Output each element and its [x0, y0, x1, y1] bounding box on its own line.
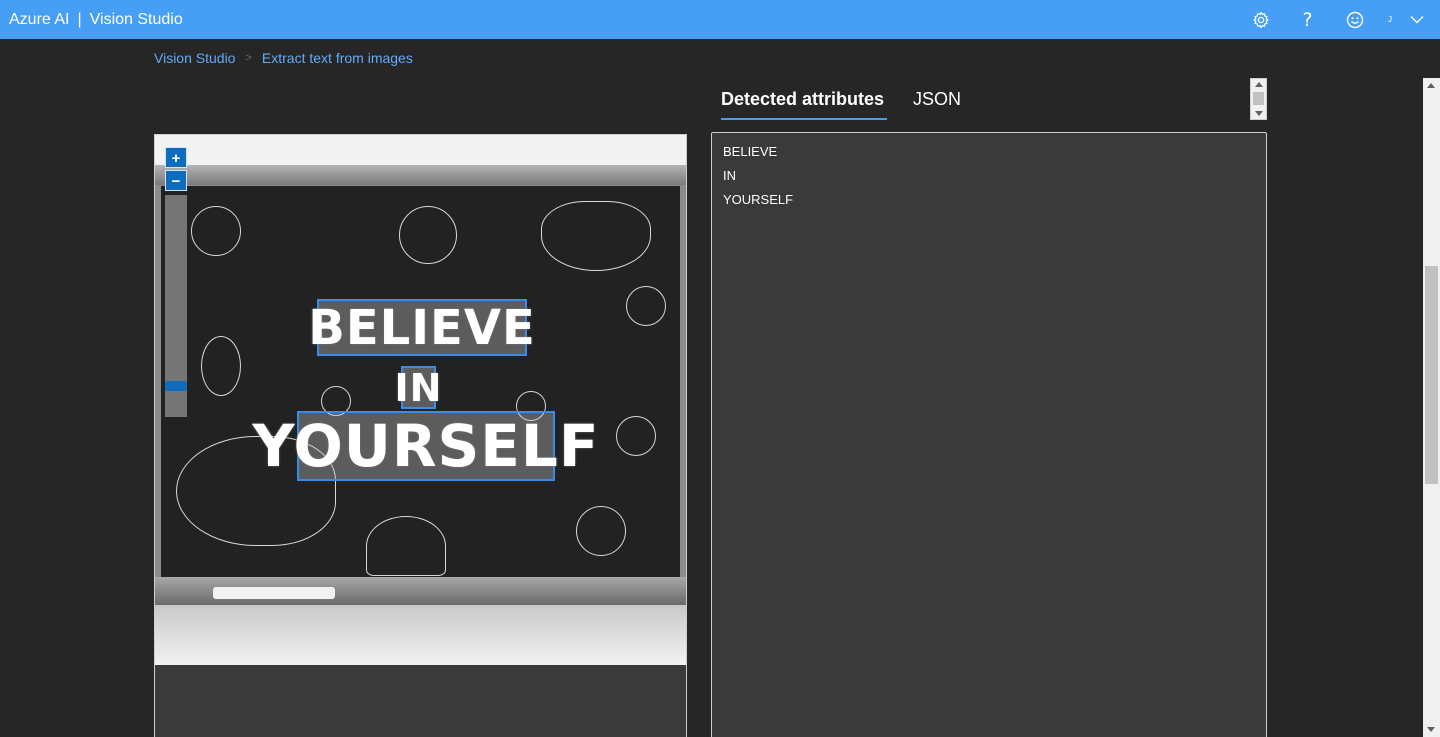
breadcrumb-extract-text[interactable]: Extract text from images: [262, 50, 413, 66]
account-initial: J: [1388, 15, 1392, 24]
scroll-down-icon[interactable]: [1255, 111, 1263, 116]
header-actions: ? J: [1237, 0, 1440, 39]
leaves-decoration: [366, 516, 446, 576]
top-bar: Azure AI | Vision Studio ? J: [0, 0, 1440, 39]
sun-decoration: [399, 206, 457, 264]
feedback-button[interactable]: [1331, 0, 1378, 39]
flower-decoration: [626, 286, 666, 326]
product-name: Vision Studio: [89, 10, 183, 28]
zoom-slider[interactable]: [165, 195, 187, 417]
detected-word-box[interactable]: IN: [395, 366, 442, 410]
image-panel: BELIEVE IN YOURSELF + −: [154, 134, 687, 737]
detected-word-box[interactable]: BELIEVE: [308, 299, 535, 356]
settings-button[interactable]: [1237, 0, 1284, 39]
feedback-smiley-icon: [1346, 11, 1364, 29]
zoom-slider-thumb[interactable]: [165, 381, 187, 391]
page-scrollbar[interactable]: [1423, 78, 1440, 737]
detected-word-box[interactable]: YOURSELF: [253, 411, 598, 481]
flower-decoration: [191, 206, 241, 256]
scroll-down-icon[interactable]: [1427, 727, 1435, 732]
tabs-scrollbar[interactable]: [1250, 78, 1267, 120]
scrollbar-thumb[interactable]: [1253, 92, 1264, 105]
chevron-down-icon: [1410, 11, 1424, 29]
flower-decoration: [576, 506, 626, 556]
breadcrumb-vision-studio[interactable]: Vision Studio: [154, 50, 235, 66]
scrollbar-thumb[interactable]: [1425, 266, 1438, 484]
zoom-out-button[interactable]: −: [165, 170, 187, 191]
scroll-up-icon[interactable]: [1255, 82, 1263, 87]
scroll-up-icon[interactable]: [1427, 83, 1435, 88]
detected-text-panel: BELIEVE IN YOURSELF: [711, 132, 1267, 737]
account-menu[interactable]: J: [1378, 0, 1440, 39]
brand[interactable]: Azure AI | Vision Studio: [0, 11, 183, 29]
leaf-decoration: [201, 336, 241, 396]
result-line: IN: [723, 168, 736, 183]
analyzed-image[interactable]: BELIEVE IN YOURSELF + −: [155, 135, 686, 665]
brand-separator: |: [77, 10, 82, 28]
tab-json[interactable]: JSON: [913, 80, 961, 120]
gear-icon: [1252, 11, 1270, 29]
zoom-in-button[interactable]: +: [165, 147, 187, 168]
help-icon: ?: [1302, 8, 1313, 31]
result-tabs: Detected attributes JSON: [721, 80, 961, 120]
result-line: BELIEVE: [723, 144, 778, 159]
zoom-control: + −: [165, 147, 187, 417]
brand-name: Azure AI: [9, 10, 70, 28]
rose-decoration: [616, 416, 656, 456]
tab-detected-attributes[interactable]: Detected attributes: [721, 80, 888, 120]
breadcrumb: Vision Studio > Extract text from images: [154, 50, 413, 66]
butterfly-decoration: [541, 201, 651, 271]
chalk-stick: [213, 587, 335, 599]
help-button[interactable]: ?: [1284, 0, 1331, 39]
breadcrumb-separator-icon: >: [245, 52, 252, 64]
result-line: YOURSELF: [723, 192, 794, 207]
